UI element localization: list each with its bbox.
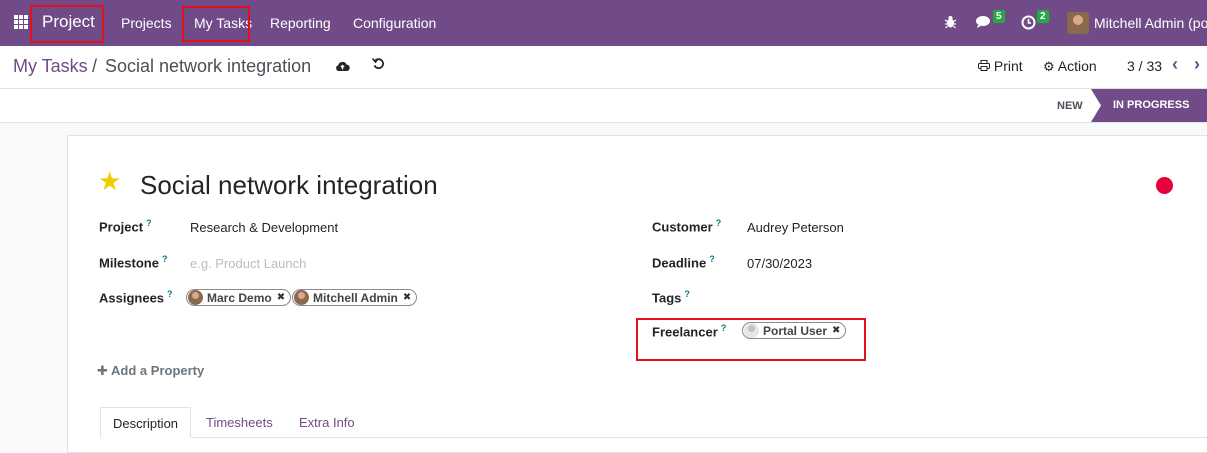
highlight-box-freelancer	[636, 318, 866, 361]
nav-projects[interactable]: Projects	[121, 15, 172, 31]
assignee-name: Marc Demo	[207, 290, 272, 305]
stage-in-progress[interactable]: IN PROGRESS	[1091, 89, 1207, 122]
clock-icon[interactable]	[1021, 15, 1036, 33]
assignee-tag[interactable]: Mitchell Admin ✖	[292, 289, 418, 306]
milestone-field[interactable]: e.g. Product Launch	[190, 256, 306, 271]
help-icon[interactable]: ?	[167, 289, 173, 299]
project-label: Project?	[99, 218, 152, 235]
tags-label: Tags?	[652, 289, 690, 306]
tab-timesheets[interactable]: Timesheets	[194, 407, 285, 438]
customer-field[interactable]: Audrey Peterson	[747, 220, 844, 235]
pager-value[interactable]: 3 / 33	[1127, 58, 1162, 74]
user-avatar[interactable]	[1067, 12, 1089, 34]
breadcrumb-current: Social network integration	[105, 56, 312, 76]
nav-reporting[interactable]: Reporting	[270, 15, 331, 31]
messages-count-badge: 5	[993, 10, 1005, 23]
tab-extra-info[interactable]: Extra Info	[287, 407, 367, 438]
action-button[interactable]: ⚙ Action	[1043, 58, 1097, 75]
activities-count-badge: 2	[1037, 10, 1049, 23]
deadline-field[interactable]: 07/30/2023	[747, 256, 812, 271]
tab-description[interactable]: Description	[100, 407, 192, 438]
add-property-button[interactable]: ✚ Add a Property	[97, 363, 204, 379]
highlight-box-my-tasks	[182, 6, 250, 42]
kanban-state-dot[interactable]	[1156, 177, 1173, 194]
remove-tag-icon[interactable]: ✖	[403, 292, 411, 303]
gear-icon: ⚙	[1043, 59, 1055, 74]
print-label: Print	[993, 58, 1023, 74]
assignee-tag[interactable]: Marc Demo ✖	[186, 289, 292, 306]
project-field[interactable]: Research & Development	[190, 220, 338, 235]
breadcrumb-separator: /	[92, 56, 98, 76]
control-panel: My Tasks / Social network integration Pr…	[0, 46, 1207, 89]
deadline-label: Deadline?	[652, 254, 715, 271]
avatar	[188, 290, 203, 305]
task-title[interactable]: Social network integration	[140, 170, 438, 201]
help-icon[interactable]: ?	[684, 289, 690, 299]
user-menu[interactable]: Mitchell Admin (por	[1094, 15, 1207, 31]
discard-icon[interactable]	[371, 57, 385, 74]
help-icon[interactable]: ?	[146, 218, 152, 228]
statusbar: NEW IN PROGRESS	[0, 89, 1207, 123]
help-icon[interactable]: ?	[709, 254, 715, 264]
breadcrumb-my-tasks[interactable]: My Tasks	[13, 56, 88, 77]
bug-icon[interactable]	[944, 15, 957, 32]
remove-tag-icon[interactable]: ✖	[277, 292, 285, 303]
plus-icon: ✚	[97, 363, 108, 378]
customer-label: Customer?	[652, 218, 722, 235]
action-label: Action	[1057, 58, 1097, 74]
help-icon[interactable]: ?	[716, 218, 722, 228]
avatar	[294, 290, 309, 305]
stage-new[interactable]: NEW	[1057, 100, 1083, 112]
star-icon[interactable]: ★	[98, 167, 121, 195]
printer-icon	[978, 58, 994, 74]
chevron-left-icon[interactable]: ‹	[1172, 54, 1178, 75]
assignee-name: Mitchell Admin	[313, 290, 398, 305]
chat-icon[interactable]	[976, 15, 993, 32]
help-icon[interactable]: ?	[162, 254, 168, 264]
apps-grid-icon[interactable]	[14, 15, 28, 29]
cloud-save-icon[interactable]	[335, 59, 350, 75]
highlight-box-app	[30, 5, 104, 43]
chevron-right-icon[interactable]: ›	[1194, 54, 1200, 75]
add-property-label: Add a Property	[111, 363, 205, 378]
assignees-label: Assignees?	[99, 289, 173, 306]
notebook-tabs: Description Timesheets Extra Info	[100, 407, 1207, 438]
print-button[interactable]: Print	[978, 58, 1023, 74]
nav-configuration[interactable]: Configuration	[353, 15, 436, 31]
milestone-label: Milestone?	[99, 254, 168, 271]
